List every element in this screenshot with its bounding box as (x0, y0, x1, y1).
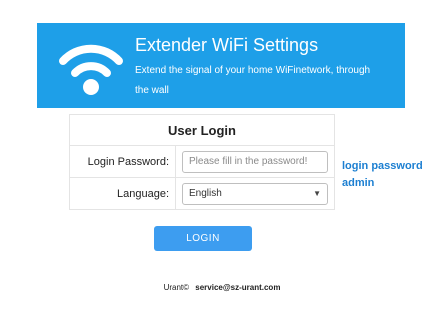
footer-brand: Urant© (163, 283, 190, 292)
login-heading: User Login (69, 114, 335, 146)
language-label: Language: (69, 177, 176, 210)
page: Extender WiFi Settings Extend the signal… (0, 0, 444, 309)
password-cell (175, 145, 335, 178)
login-form: User Login Login Password: Language: Eng… (69, 114, 335, 210)
page-title: Extender WiFi Settings (135, 35, 319, 55)
language-cell: English ▼ (175, 177, 335, 210)
chevron-down-icon: ▼ (313, 188, 321, 198)
password-input[interactable] (182, 150, 328, 173)
footer: Urant© service@sz-urant.com (0, 283, 444, 292)
password-hint-line1: login password (342, 160, 423, 172)
header-banner: Extender WiFi Settings Extend the signal… (37, 23, 405, 108)
language-select[interactable]: English ▼ (182, 182, 328, 205)
language-selected-value: English (189, 187, 222, 199)
password-hint-line2: admin (342, 177, 375, 189)
password-label: Login Password: (69, 145, 176, 178)
wifi-icon (59, 44, 123, 95)
page-subtitle: Extend the signal of your home WiFinetwo… (135, 65, 371, 96)
login-button[interactable]: LOGIN (154, 226, 252, 251)
password-hint: login password admin (342, 158, 423, 192)
footer-email: service@sz-urant.com (195, 283, 281, 292)
